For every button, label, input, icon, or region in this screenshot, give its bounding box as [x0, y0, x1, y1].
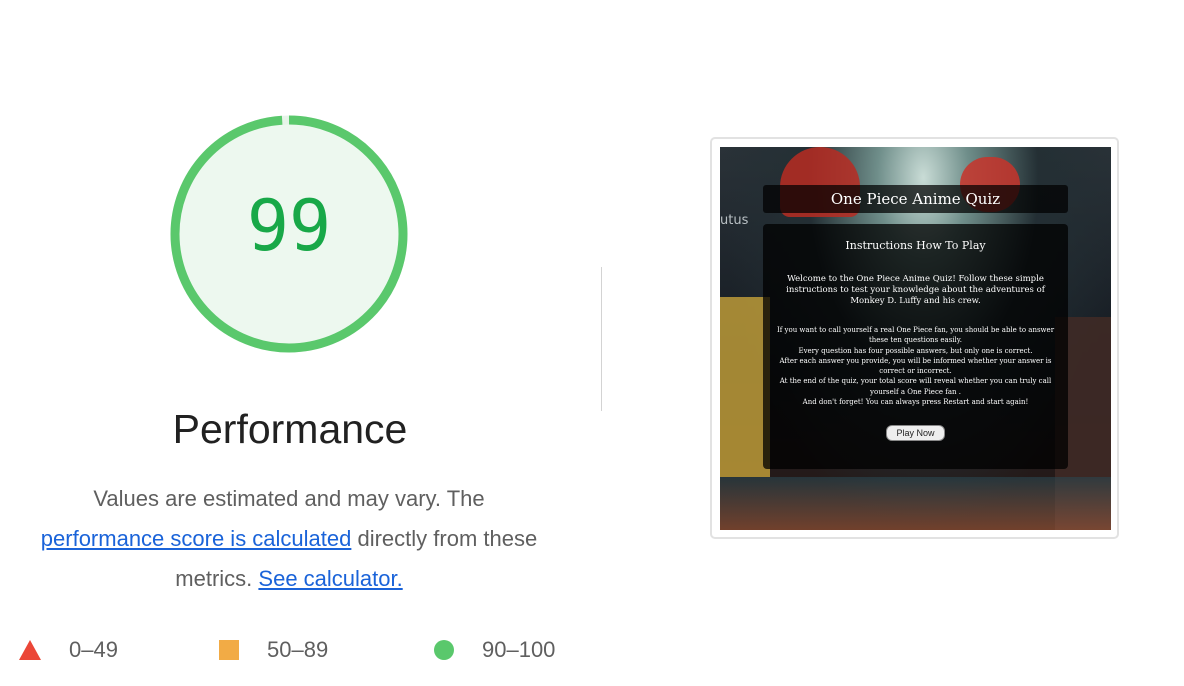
- score-legend: 0–49 50–89 90–100: [0, 628, 600, 672]
- instruction-line: At the end of the quiz, your total score…: [779, 377, 1052, 396]
- final-screenshot: utus One Piece Anime Quiz Instructions H…: [720, 147, 1111, 530]
- divider: [601, 267, 602, 411]
- triangle-icon: [19, 640, 41, 660]
- legend-item-pass: 90–100: [434, 628, 555, 672]
- square-icon: [219, 640, 239, 660]
- instruction-line: After each answer you provide, you will …: [779, 356, 1052, 376]
- artwork-shape: [720, 477, 1111, 530]
- legend-label: 0–49: [69, 637, 118, 662]
- score-description: Values are estimated and may vary. The p…: [30, 479, 548, 599]
- instructions-heading: Instructions How To Play: [845, 239, 986, 252]
- instruction-line: And don't forget! You can always press R…: [802, 398, 1029, 407]
- legend-item-average: 50–89: [219, 628, 328, 672]
- legend-item-fail: 0–49: [19, 628, 118, 672]
- circle-icon: [434, 640, 454, 660]
- see-calculator-link[interactable]: See calculator.: [258, 566, 402, 591]
- legend-label: 50–89: [267, 637, 329, 662]
- instruction-line: Every question has four possible answers…: [798, 346, 1033, 355]
- instructions-body: If you want to call yourself a real One …: [771, 325, 1060, 407]
- category-title: Performance: [172, 406, 408, 452]
- instructions-panel: Instructions How To Play Welcome to the …: [763, 224, 1068, 469]
- legend-label: 90–100: [482, 637, 556, 662]
- quiz-title: One Piece Anime Quiz: [763, 185, 1068, 213]
- performance-score-link[interactable]: performance score is calculated: [41, 526, 352, 551]
- play-now-button: Play Now: [886, 425, 945, 442]
- artwork-side-text: utus: [720, 213, 749, 228]
- instructions-intro: Welcome to the One Piece Anime Quiz! Fol…: [786, 274, 1045, 306]
- instruction-line: If you want to call yourself a real One …: [776, 326, 1055, 345]
- description-text-1: Values are estimated and may vary. The: [93, 486, 485, 511]
- performance-score: 99: [246, 185, 332, 267]
